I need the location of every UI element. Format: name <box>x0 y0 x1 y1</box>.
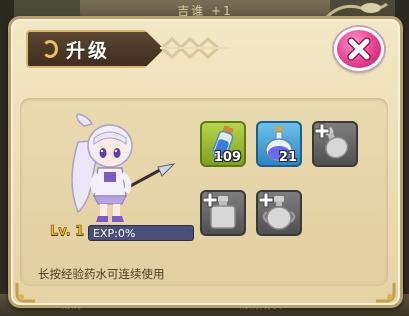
add-plus-icon <box>314 123 330 139</box>
title-ornament-icon <box>160 36 230 60</box>
empty-bottle-slot[interactable] <box>200 190 246 236</box>
exp-bar: EXP:0% <box>88 225 194 241</box>
hint-text: 长按经验药水可连续使用 <box>38 267 165 281</box>
empty-jug-slot[interactable] <box>256 190 302 236</box>
close-button[interactable] <box>334 27 384 71</box>
character-portrait <box>71 113 176 222</box>
add-plus-icon <box>202 192 218 208</box>
close-x-icon <box>347 37 371 61</box>
dialog-title-banner: 升级 <box>26 30 164 68</box>
exp-potion-slot-large[interactable]: 21 <box>256 121 302 167</box>
exp-text: EXP:0% <box>93 227 136 240</box>
exp-potion-slot-small[interactable]: 109 <box>200 121 246 167</box>
title-bullet-icon <box>42 40 58 58</box>
level-label: Lv. 1 <box>50 224 85 240</box>
add-plus-icon <box>258 192 274 208</box>
game-screen: 吉谁 +1 物防: 509 物防成长: 15.43 升级 <box>0 0 409 316</box>
dialog-title: 升级 <box>66 40 111 62</box>
item-count: 109 <box>213 150 241 165</box>
item-count: 21 <box>278 150 297 165</box>
empty-flask-slot[interactable] <box>312 121 358 167</box>
